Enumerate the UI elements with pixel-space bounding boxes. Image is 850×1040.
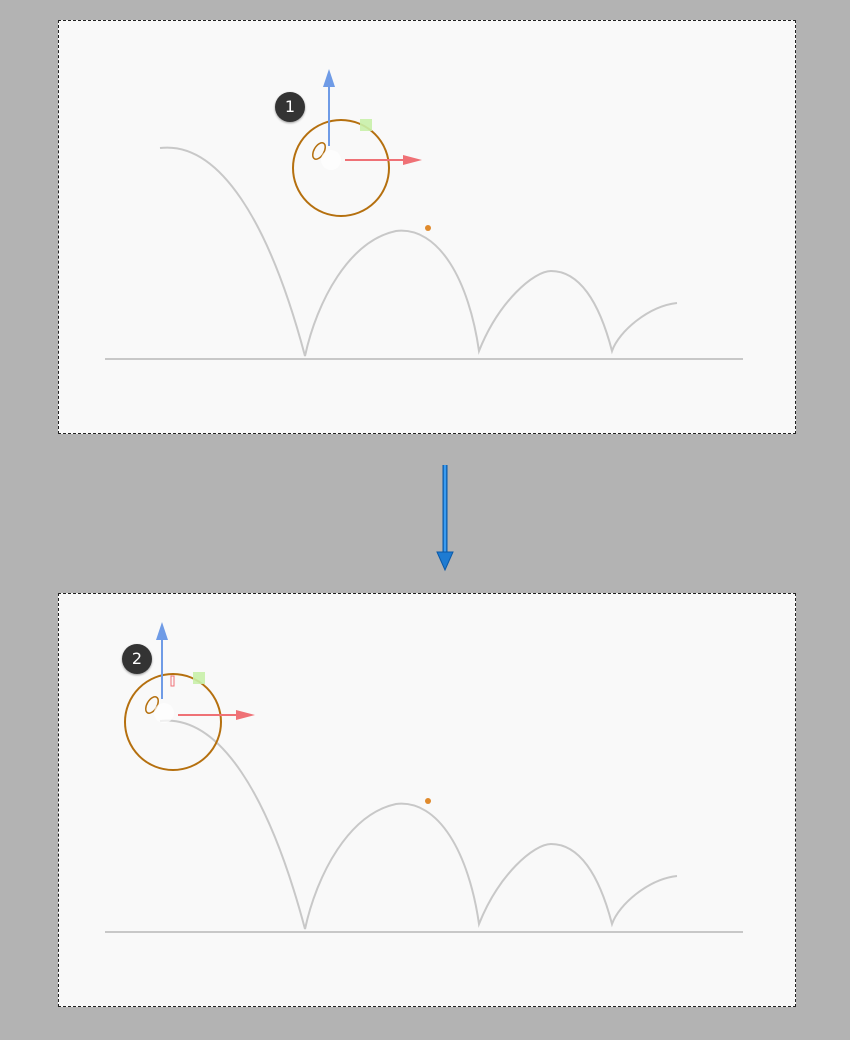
scene-viewport[interactable] — [59, 21, 795, 433]
x-axis-handle[interactable] — [345, 155, 422, 165]
plane-handle-icon[interactable] — [360, 119, 372, 131]
x-axis-handle[interactable] — [178, 710, 255, 720]
ball-selection[interactable] — [292, 119, 390, 217]
canvas-panel-before[interactable]: 1 — [58, 20, 796, 434]
canvas-panel-after[interactable]: 2 — [58, 593, 796, 1007]
plane-handle-icon[interactable] — [193, 672, 205, 684]
arrow-down-icon — [436, 465, 454, 572]
bounce-motion-path — [159, 146, 678, 357]
arrow-right-icon — [236, 710, 255, 720]
arrow-up-icon — [156, 622, 168, 640]
scene-viewport[interactable] — [59, 594, 795, 1006]
step-badge-2: 2 — [122, 644, 152, 674]
step-badge-1: 1 — [275, 92, 305, 122]
rotation-marker — [170, 675, 175, 687]
keyframe-dot[interactable] — [425, 798, 431, 804]
arrow-up-icon — [323, 69, 335, 87]
ball-selection[interactable] — [124, 673, 222, 771]
gizmo-center[interactable] — [321, 150, 341, 170]
y-axis-handle[interactable] — [156, 622, 168, 699]
gizmo-center[interactable] — [154, 703, 174, 723]
arrow-right-icon — [403, 155, 422, 165]
bounce-motion-path — [159, 719, 678, 930]
keyframe-dot[interactable] — [425, 225, 431, 231]
y-axis-handle[interactable] — [323, 69, 335, 146]
